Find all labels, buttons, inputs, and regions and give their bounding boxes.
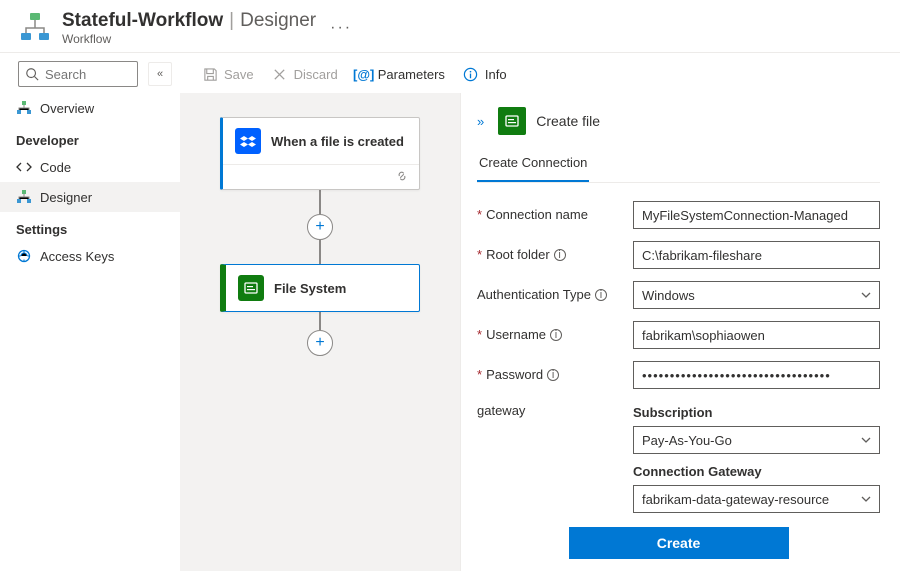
info-icon[interactable]: i (550, 329, 562, 341)
save-label: Save (224, 67, 254, 82)
link-icon (395, 169, 409, 183)
parameters-label: Parameters (378, 67, 445, 82)
sidebar-section-developer: Developer (0, 123, 180, 152)
search-icon (25, 67, 39, 81)
title-separator: | (229, 10, 234, 32)
discard-button[interactable]: Discard (272, 66, 338, 82)
chevron-down-icon (861, 290, 871, 300)
add-step-button[interactable]: + (307, 214, 333, 240)
search-input[interactable] (45, 67, 125, 82)
parameters-button[interactable]: [@] Parameters (356, 66, 445, 82)
workflow-logo-icon (18, 11, 52, 45)
connection-gateway-select[interactable]: fabrikam-data-gateway-resource (633, 485, 880, 513)
discard-icon (272, 66, 288, 82)
auth-type-label: Authentication Type (477, 287, 591, 304)
filesystem-icon (498, 107, 526, 135)
root-folder-label: Root folder (486, 247, 550, 264)
sidebar-section-settings: Settings (0, 212, 180, 241)
subscription-value: Pay-As-You-Go (642, 433, 732, 448)
collapse-sidebar-button[interactable]: « (148, 62, 172, 86)
connector-line (319, 312, 321, 330)
info-icon[interactable]: i (554, 249, 566, 261)
access-keys-icon (16, 248, 32, 264)
page-subtitle: Workflow (62, 32, 316, 46)
chevron-down-icon (861, 494, 871, 504)
toolbar: « Save Discard [@] Parameters Info (0, 52, 900, 93)
gateway-label: gateway (477, 403, 525, 420)
more-actions-button[interactable]: ··· (330, 19, 352, 37)
panel-title: Create file (536, 113, 600, 129)
discard-label: Discard (294, 67, 338, 82)
page-title-section: Designer (240, 10, 316, 32)
sidebar: Overview Developer Code Designer Setting… (0, 93, 180, 571)
save-button[interactable]: Save (202, 66, 254, 82)
workflow-node-filesystem[interactable]: File System (220, 264, 420, 312)
sidebar-item-label: Designer (40, 190, 92, 205)
root-folder-input[interactable] (633, 241, 880, 269)
tab-create-connection[interactable]: Create Connection (477, 149, 589, 182)
sidebar-item-label: Access Keys (40, 249, 114, 264)
sidebar-item-label: Code (40, 160, 71, 175)
panel-tabs: Create Connection (477, 149, 880, 183)
code-icon (16, 159, 32, 175)
sidebar-item-code[interactable]: Code (0, 152, 180, 182)
info-icon (463, 66, 479, 82)
save-icon (202, 66, 218, 82)
node-label: When a file is created (271, 134, 404, 149)
subscription-label: Subscription (633, 405, 880, 420)
collapse-panel-button[interactable]: » (477, 114, 484, 129)
sidebar-item-overview[interactable]: Overview (0, 93, 180, 123)
username-label: Username (486, 327, 546, 344)
page-title: Stateful-Workflow (62, 10, 223, 32)
auth-type-value: Windows (642, 288, 695, 303)
designer-icon (16, 189, 32, 205)
info-label: Info (485, 67, 507, 82)
action-panel: » Create file Create Connection *Connect… (460, 93, 900, 571)
password-label: Password (486, 367, 543, 384)
password-input[interactable] (633, 361, 880, 389)
connection-gateway-value: fabrikam-data-gateway-resource (642, 492, 829, 507)
page-header: Stateful-Workflow | Designer Workflow ··… (0, 0, 900, 52)
subscription-select[interactable]: Pay-As-You-Go (633, 426, 880, 454)
node-label: File System (274, 281, 346, 296)
search-box[interactable] (18, 61, 138, 87)
username-input[interactable] (633, 321, 880, 349)
overview-icon (16, 100, 32, 116)
sidebar-item-designer[interactable]: Designer (0, 182, 180, 212)
info-icon[interactable]: i (547, 369, 559, 381)
create-button[interactable]: Create (569, 527, 789, 559)
info-icon[interactable]: i (595, 289, 607, 301)
designer-canvas[interactable]: When a file is created + File System + (180, 93, 460, 571)
dropbox-icon (235, 128, 261, 154)
add-step-button[interactable]: + (307, 330, 333, 356)
sidebar-item-access-keys[interactable]: Access Keys (0, 241, 180, 271)
parameters-icon: [@] (356, 66, 372, 82)
sidebar-item-label: Overview (40, 101, 94, 116)
chevron-down-icon (861, 435, 871, 445)
connection-gateway-label: Connection Gateway (633, 464, 880, 479)
workflow-node-trigger[interactable]: When a file is created (220, 117, 420, 190)
auth-type-select[interactable]: Windows (633, 281, 880, 309)
connection-name-label: Connection name (486, 207, 588, 224)
connector-line (319, 190, 321, 214)
filesystem-icon (238, 275, 264, 301)
connector-line (319, 240, 321, 264)
info-button[interactable]: Info (463, 66, 507, 82)
connection-name-input[interactable] (633, 201, 880, 229)
